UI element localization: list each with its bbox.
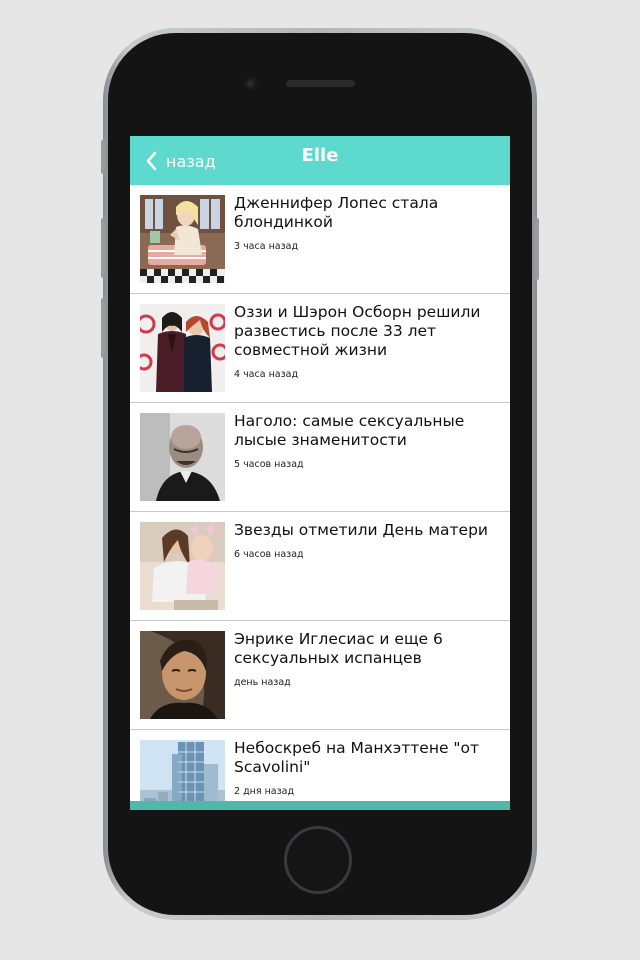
volume-down-button — [101, 298, 105, 358]
list-item[interactable]: Звезды отметили День матери 6 часов наза… — [130, 512, 510, 621]
volume-up-button — [101, 218, 105, 278]
earpiece-speaker — [286, 80, 355, 87]
article-title: Небоскреб на Манхэттене "от Scavolini" — [234, 739, 480, 776]
article-time: 4 часа назад — [234, 369, 299, 380]
article-time: 5 часов назад — [234, 459, 304, 470]
app-screen: назад Elle Дженнифер Лопес стала блондин… — [130, 136, 510, 810]
page-title: Elle — [301, 145, 339, 166]
home-button[interactable] — [284, 826, 352, 894]
mother-child-photo — [140, 522, 225, 610]
list-item[interactable]: Энрике Иглесиас и еще 6 сексуальных испа… — [130, 621, 510, 730]
article-title: Дженнифер Лопес стала блондинкой — [234, 194, 439, 231]
article-time: день назад — [234, 677, 291, 688]
ozzy-sharon-photo — [140, 304, 225, 392]
article-title: Энрике Иглесиас и еще 6 сексуальных испа… — [234, 630, 443, 667]
front-camera — [244, 77, 257, 90]
navigation-bar: назад Elle — [130, 136, 510, 185]
list-item[interactable]: Небоскреб на Манхэттене "от Scavolini" 2… — [130, 730, 510, 810]
list-item[interactable]: Оззи и Шэрон Осборн решили развестись по… — [130, 294, 510, 403]
article-time: 3 часа назад — [234, 241, 299, 252]
article-title: Оззи и Шэрон Осборн решили развестись по… — [234, 303, 481, 359]
article-time: 6 часов назад — [234, 549, 304, 560]
list-item[interactable]: Наголо: самые сексуальные лысые знаменит… — [130, 403, 510, 512]
bottom-bar — [130, 801, 510, 810]
article-list: Дженнифер Лопес стала блондинкой 3 часа … — [130, 185, 510, 810]
jennifer-lopez-photo — [140, 195, 225, 283]
power-button — [535, 218, 539, 280]
article-title: Наголо: самые сексуальные лысые знаменит… — [234, 412, 465, 449]
article-time: 2 дня назад — [234, 786, 295, 797]
enrique-iglesias-photo — [140, 631, 225, 719]
bald-celebrity-photo — [140, 413, 225, 501]
article-title: Звезды отметили День матери — [234, 521, 488, 539]
mute-switch — [101, 140, 105, 174]
skyscraper-photo — [140, 740, 225, 810]
list-item[interactable]: Дженнифер Лопес стала блондинкой 3 часа … — [130, 185, 510, 294]
